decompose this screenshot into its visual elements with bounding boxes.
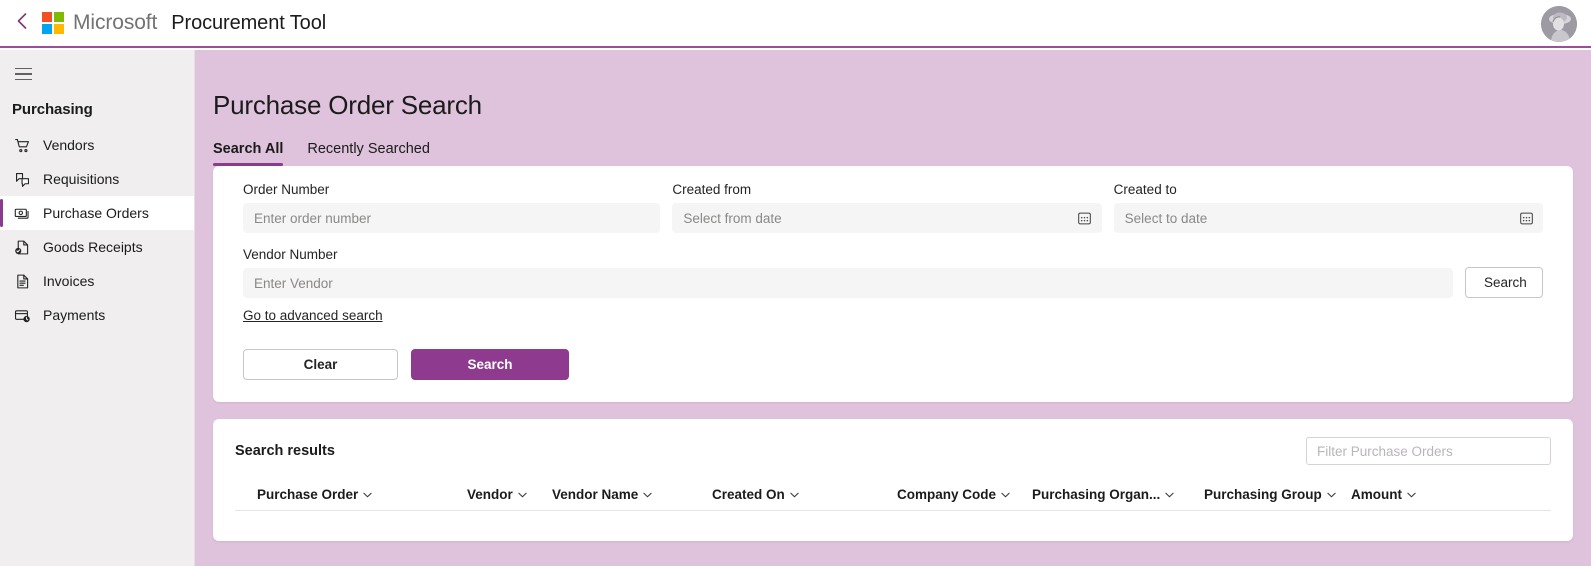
avatar[interactable] xyxy=(1541,6,1577,42)
column-header-vendor-name[interactable]: Vendor Name xyxy=(552,487,712,502)
results-header: Search results xyxy=(213,419,1573,479)
vendor-number-field-group: Vendor Number xyxy=(243,247,1453,298)
chevron-down-icon xyxy=(643,492,652,497)
sidebar-heading: Purchasing xyxy=(12,101,93,118)
column-header-purchase-order[interactable]: Purchase Order xyxy=(257,487,467,502)
vendor-search-button[interactable]: Search xyxy=(1465,267,1543,298)
document-lines-icon xyxy=(12,271,32,291)
card-clock-icon xyxy=(12,305,32,325)
search-form-card: Order Number Created from xyxy=(213,166,1573,402)
search-button[interactable]: Search xyxy=(411,349,569,380)
column-header-purchasing-organization[interactable]: Purchasing Organ... xyxy=(1032,487,1204,502)
sidebar-item-invoices[interactable]: Invoices xyxy=(0,264,194,298)
sidebar-item-label: Vendors xyxy=(43,137,95,153)
calendar-icon[interactable] xyxy=(1515,207,1537,229)
tab-search-all[interactable]: Search All xyxy=(213,141,284,166)
chevron-down-icon xyxy=(1001,492,1010,497)
results-table-header: Purchase Order Vendor Vendor Name Create… xyxy=(235,479,1551,511)
chevron-down-icon xyxy=(363,492,372,497)
main-content: Purchase Order Search Search All Recentl… xyxy=(195,50,1591,566)
created-from-label: Created from xyxy=(672,182,752,197)
back-button[interactable] xyxy=(0,0,38,47)
results-title: Search results xyxy=(235,443,335,459)
column-header-created-on[interactable]: Created On xyxy=(712,487,897,502)
sidebar-item-label: Purchase Orders xyxy=(43,205,149,221)
sidebar-item-vendors[interactable]: Vendors xyxy=(0,128,194,162)
page-title: Purchase Order Search xyxy=(213,90,482,120)
vendor-number-label: Vendor Number xyxy=(243,247,338,262)
documents-copy-icon xyxy=(12,169,32,189)
clear-button[interactable]: Clear xyxy=(243,349,398,380)
shopping-cart-icon xyxy=(12,135,32,155)
chevron-down-icon xyxy=(1165,492,1174,497)
chevron-down-icon xyxy=(518,492,527,497)
order-number-label: Order Number xyxy=(243,182,330,197)
created-from-field-group: Created from xyxy=(672,182,1102,233)
order-number-field-group: Order Number xyxy=(243,182,661,233)
form-actions: Clear Search xyxy=(243,349,1543,380)
filter-purchase-orders-input[interactable] xyxy=(1306,437,1551,465)
column-header-purchasing-group[interactable]: Purchasing Group xyxy=(1204,487,1351,502)
column-header-vendor[interactable]: Vendor xyxy=(467,487,552,502)
column-header-amount[interactable]: Amount xyxy=(1351,487,1451,502)
tab-list: Search All Recently Searched xyxy=(195,121,1591,166)
sidebar-item-label: Payments xyxy=(43,307,106,323)
sidebar-item-label: Goods Receipts xyxy=(43,239,143,255)
chevron-down-icon xyxy=(1327,492,1336,497)
column-header-company-code[interactable]: Company Code xyxy=(897,487,1032,502)
chevron-left-icon xyxy=(14,12,30,35)
results-table-body xyxy=(213,511,1573,541)
sidebar-item-requisitions[interactable]: Requisitions xyxy=(0,162,194,196)
chevron-down-icon xyxy=(1407,492,1416,497)
top-bar: Microsoft Procurement Tool xyxy=(0,0,1591,48)
chevron-down-icon xyxy=(790,492,799,497)
sidebar-item-label: Invoices xyxy=(43,273,95,289)
tab-recently-searched[interactable]: Recently Searched xyxy=(307,141,430,166)
brand-microsoft: Microsoft xyxy=(73,11,158,34)
created-to-input[interactable] xyxy=(1113,203,1543,233)
search-field-row-1: Order Number Created from xyxy=(243,182,1543,233)
created-to-label: Created to xyxy=(1113,182,1177,197)
vendor-number-input[interactable] xyxy=(243,268,1453,298)
vendor-field-row: Vendor Number Search xyxy=(243,247,1543,298)
calendar-icon[interactable] xyxy=(1074,207,1096,229)
money-stack-icon xyxy=(12,203,32,223)
sidebar-item-purchase-orders[interactable]: Purchase Orders xyxy=(0,196,194,230)
hamburger-menu-icon[interactable] xyxy=(6,57,40,91)
sidebar-item-goods-receipts[interactable]: Goods Receipts xyxy=(0,230,194,264)
advanced-search-link[interactable]: Go to advanced search xyxy=(243,308,383,323)
microsoft-logo-icon xyxy=(42,12,64,34)
search-results-card: Search results Purchase Order Vendor Ven… xyxy=(213,419,1573,541)
order-number-input[interactable] xyxy=(243,203,661,233)
sidebar: Purchasing Vendors Requisitions Purchase… xyxy=(0,50,195,566)
app-title: Procurement Tool xyxy=(171,11,327,34)
sidebar-item-payments[interactable]: Payments xyxy=(0,298,194,332)
created-to-field-group: Created to xyxy=(1113,182,1543,233)
sidebar-item-label: Requisitions xyxy=(43,171,120,187)
created-from-input[interactable] xyxy=(672,203,1102,233)
document-check-icon xyxy=(12,237,32,257)
